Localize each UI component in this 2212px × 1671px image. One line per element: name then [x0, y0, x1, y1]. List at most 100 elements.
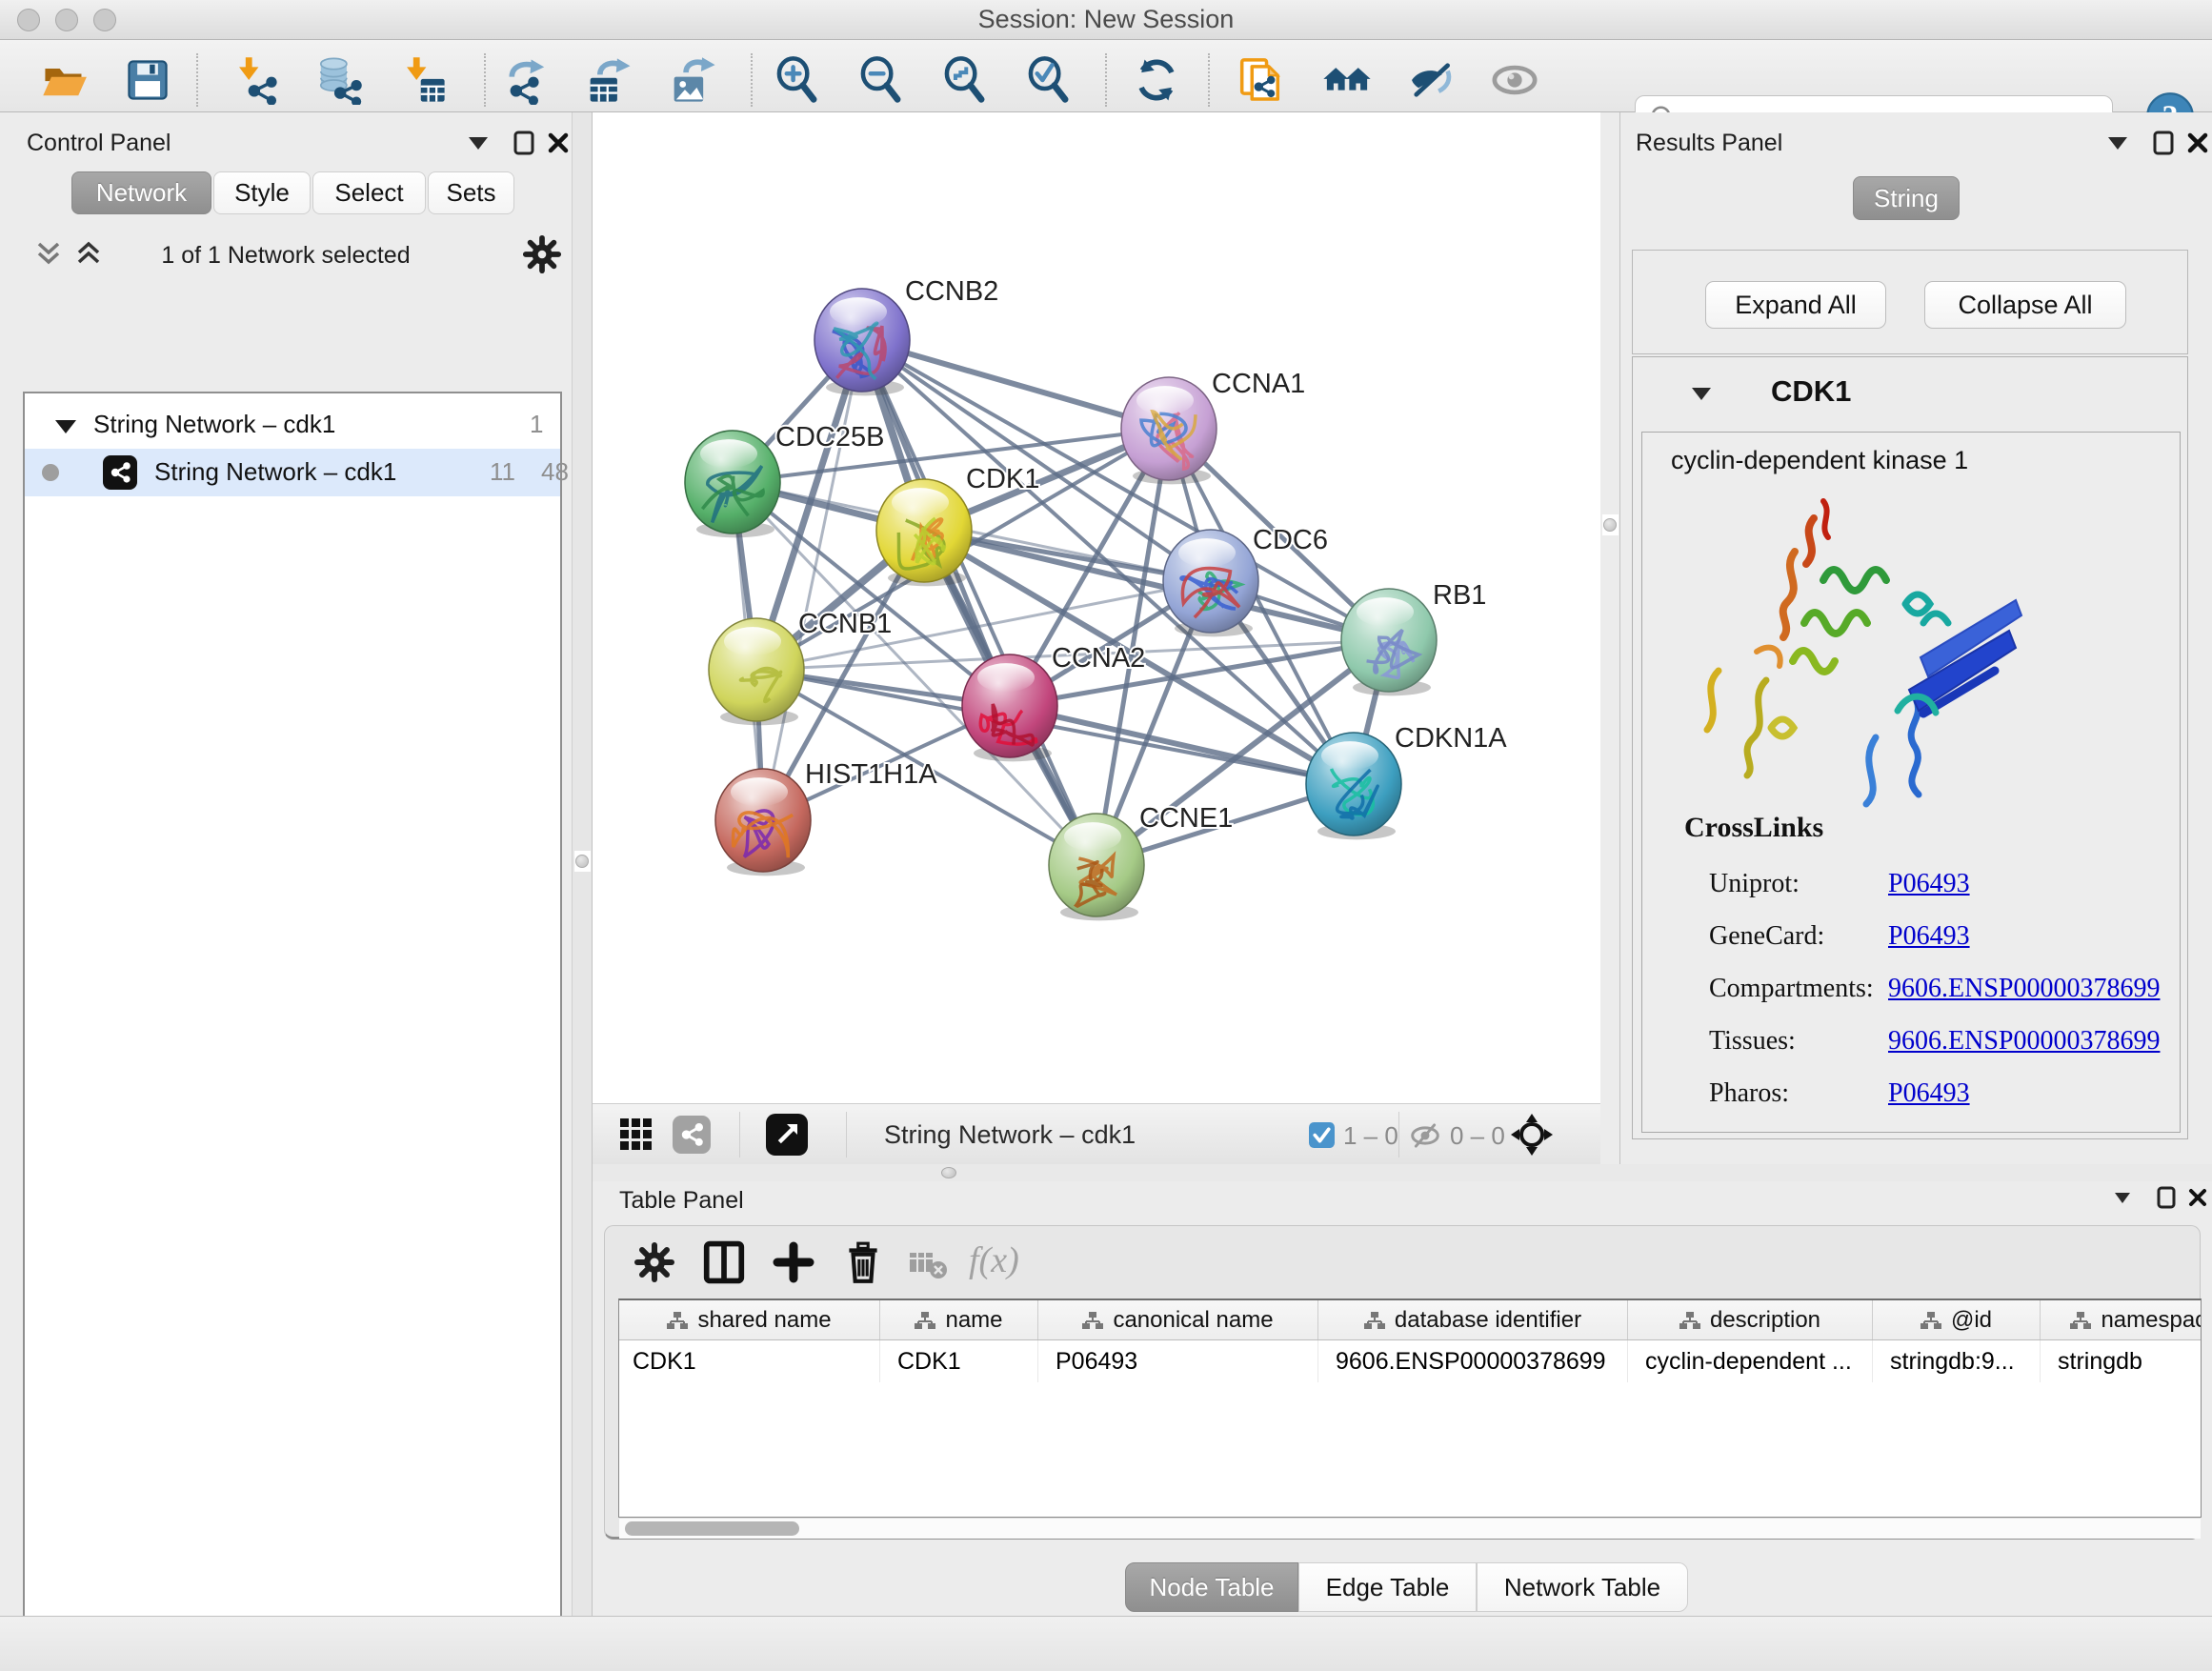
table-cell[interactable]: stringdb:9...: [1873, 1340, 2041, 1382]
results-panel-menu-icon[interactable]: [2108, 137, 2127, 150]
table-panel-float-icon[interactable]: [2155, 1185, 2178, 1210]
tab-style[interactable]: Style: [213, 171, 311, 214]
network-edge-count: 48: [541, 457, 569, 487]
column-header-canonical-name[interactable]: canonical name: [1038, 1300, 1318, 1339]
table-panel-menu-icon[interactable]: [2115, 1193, 2130, 1203]
hide-selected-icon[interactable]: [1404, 53, 1458, 107]
collapse-all-button[interactable]: Collapse All: [1924, 281, 2126, 329]
left-splitter-handle[interactable]: [575, 855, 589, 868]
application-window: Session: New Session: [0, 0, 2212, 1671]
minimize-window-button[interactable]: [55, 9, 78, 31]
column-header--id[interactable]: @id: [1873, 1300, 2041, 1339]
network-node-CDKN1A: CDKN1A: [1306, 723, 1507, 839]
table-row[interactable]: CDK1CDK1P064939606.ENSP00000378699cyclin…: [619, 1340, 2201, 1382]
show-columns-icon[interactable]: [702, 1239, 746, 1285]
right-splitter-handle[interactable]: [1603, 518, 1617, 532]
birdseye-view-icon[interactable]: [766, 1114, 808, 1156]
close-window-button[interactable]: [17, 9, 40, 31]
column-header-description[interactable]: description: [1628, 1300, 1873, 1339]
control-panel-menu-icon[interactable]: [469, 137, 488, 150]
tab-node-table[interactable]: Node Table: [1125, 1562, 1298, 1612]
table-cell[interactable]: 9606.ENSP00000378699: [1318, 1340, 1628, 1382]
expand-all-button[interactable]: Expand All: [1705, 281, 1886, 329]
results-panel-close-icon[interactable]: [2186, 131, 2209, 154]
zoom-fit-icon[interactable]: [937, 53, 991, 107]
show-selected-icon[interactable]: [1488, 53, 1541, 107]
add-column-icon[interactable]: [773, 1241, 814, 1283]
right-splitter[interactable]: [1602, 514, 1619, 535]
tab-edge-table[interactable]: Edge Table: [1298, 1562, 1477, 1612]
save-session-icon[interactable]: [121, 53, 174, 107]
show-all-networks-icon[interactable]: [1320, 53, 1374, 107]
tab-string[interactable]: String: [1853, 176, 1960, 220]
table-hscrollbar-thumb[interactable]: [625, 1521, 799, 1536]
table-panel-close-icon[interactable]: [2187, 1187, 2208, 1208]
selected-nodes-checkbox-icon[interactable]: [1309, 1122, 1335, 1148]
network-node-CDC25B: CDC25B: [685, 422, 884, 537]
table-gear-icon[interactable]: [633, 1241, 675, 1283]
network-share-icon: [103, 455, 137, 490]
svg-text:CDC25B: CDC25B: [775, 422, 884, 453]
export-image-icon[interactable]: [667, 53, 720, 107]
column-header-database-identifier[interactable]: database identifier: [1318, 1300, 1628, 1339]
import-table-file-icon[interactable]: [396, 53, 450, 107]
table-cell[interactable]: cyclin-dependent ...: [1628, 1340, 1873, 1382]
crosslink-value-link[interactable]: P06493: [1888, 1078, 1970, 1109]
table-cell[interactable]: P06493: [1038, 1340, 1318, 1382]
protein-structure-image: [1680, 490, 2061, 814]
grid-view-icon[interactable]: [619, 1117, 654, 1152]
svg-text:RB1: RB1: [1433, 580, 1486, 611]
zoom-selected-icon[interactable]: [1021, 53, 1075, 107]
protein-name: CDK1: [1771, 374, 1851, 409]
tab-select[interactable]: Select: [312, 171, 426, 214]
table-cell[interactable]: CDK1: [619, 1340, 880, 1382]
string-import-icon[interactable]: [1237, 53, 1290, 107]
control-panel-float-icon[interactable]: [512, 130, 536, 156]
main-toolbar: ?: [0, 40, 2212, 112]
left-splitter[interactable]: [572, 112, 593, 1625]
column-header-name[interactable]: name: [880, 1300, 1038, 1339]
column-header-shared-name[interactable]: shared name: [619, 1300, 880, 1339]
separator: [739, 1112, 740, 1158]
tab-network-table[interactable]: Network Table: [1477, 1562, 1688, 1612]
control-panel-title: Control Panel: [27, 130, 171, 156]
network-canvas[interactable]: CCNB2 CCNA1 CDC25B CDK1 CDC6 RB1 CCNB1 C…: [593, 112, 1600, 1103]
section-collapse-icon[interactable]: [1692, 388, 1711, 400]
network-row-selected[interactable]: String Network – cdk1 11 48: [25, 449, 560, 496]
tab-sets[interactable]: Sets: [428, 171, 514, 214]
import-network-file-icon[interactable]: [229, 53, 282, 107]
table-cell[interactable]: stringdb: [2041, 1340, 2202, 1382]
table-cell[interactable]: CDK1: [880, 1340, 1038, 1382]
network-collection-row[interactable]: String Network – cdk1 1: [25, 401, 560, 449]
zoom-window-button[interactable]: [93, 9, 116, 31]
crosslink-value-link[interactable]: P06493: [1888, 869, 1970, 899]
fit-content-crosshair-icon[interactable]: [1509, 1112, 1555, 1158]
open-file-icon[interactable]: [37, 53, 90, 107]
refresh-icon[interactable]: [1130, 53, 1183, 107]
export-network-icon[interactable]: [499, 53, 553, 107]
horizontal-splitter[interactable]: [593, 1164, 2212, 1181]
collapse-triangle-icon[interactable]: [55, 420, 76, 433]
title-bar: Session: New Session: [0, 0, 2212, 40]
import-network-database-icon[interactable]: [312, 53, 366, 107]
export-table-icon[interactable]: [583, 53, 636, 107]
tab-network[interactable]: Network: [71, 171, 211, 214]
zoom-in-icon[interactable]: [770, 53, 823, 107]
results-panel-float-icon[interactable]: [2151, 130, 2176, 156]
crosslink-value-link[interactable]: P06493: [1888, 921, 1970, 952]
table-hscrollbar[interactable]: [619, 1518, 2201, 1539]
network-view-toolbar: String Network – cdk1 1 – 0 0 – 0: [593, 1103, 1600, 1164]
crosslink-value-link[interactable]: 9606.ENSP00000378699: [1888, 974, 2160, 1004]
delete-column-trash-icon[interactable]: [841, 1239, 885, 1285]
column-header-namespace[interactable]: namespace: [2041, 1300, 2202, 1339]
control-panel-close-icon[interactable]: [547, 131, 570, 154]
horizontal-splitter-handle[interactable]: [941, 1167, 956, 1178]
network-share-gray-icon[interactable]: [673, 1116, 711, 1154]
hidden-eye-icon[interactable]: [1408, 1119, 1442, 1152]
svg-text:CCNA2: CCNA2: [1052, 643, 1145, 674]
gear-icon[interactable]: [522, 234, 562, 274]
zoom-out-icon[interactable]: [854, 53, 907, 107]
string-network-graph[interactable]: CCNB2 CCNA1 CDC25B CDK1 CDC6 RB1 CCNB1 C…: [593, 112, 1600, 1103]
crosslink-value-link[interactable]: 9606.ENSP00000378699: [1888, 1026, 2160, 1057]
results-panel-title: Results Panel: [1636, 130, 1782, 156]
